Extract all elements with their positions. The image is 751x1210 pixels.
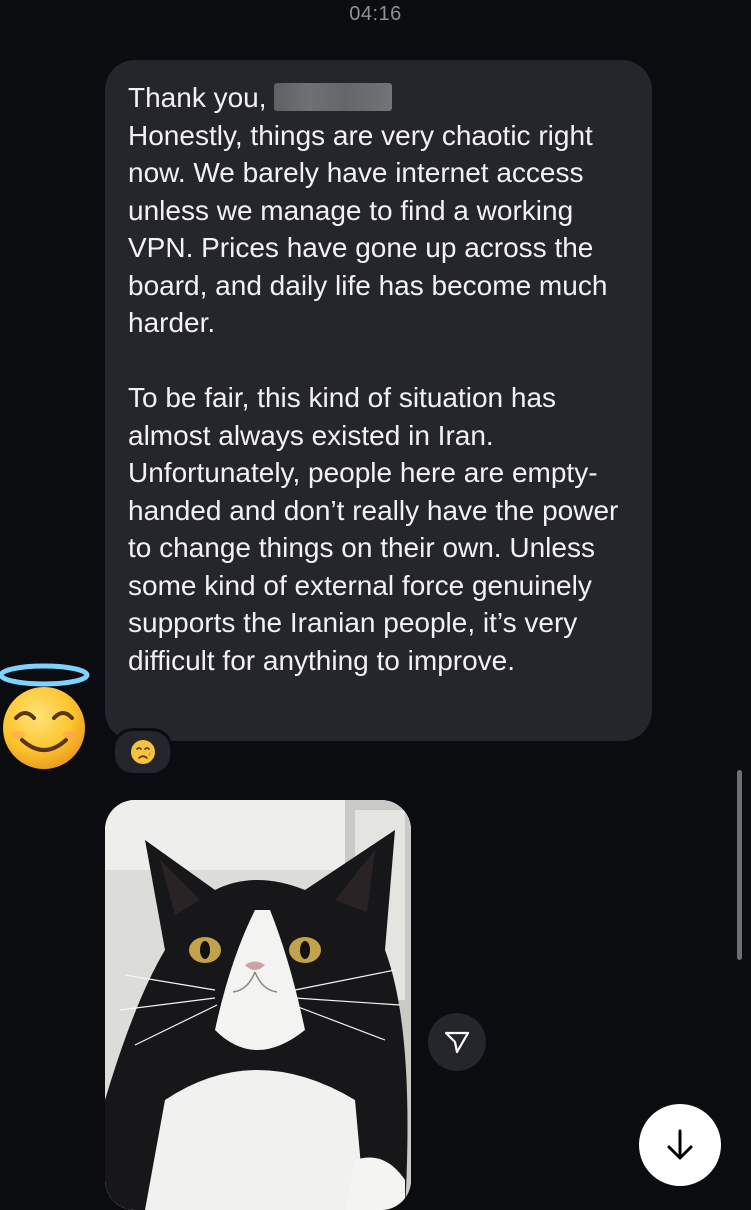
- redacted-name: [274, 83, 393, 111]
- greeting-text: Thank you,: [128, 82, 267, 113]
- crying-face-icon: [130, 740, 155, 764]
- message-paragraph-1: Thank you, Honestly, things are very cha…: [128, 79, 630, 342]
- message-paragraph-2: To be fair, this kind of situation has a…: [128, 382, 619, 676]
- message-bubble[interactable]: Thank you, Honestly, things are very cha…: [105, 60, 652, 741]
- scroll-to-bottom-button[interactable]: [639, 1104, 721, 1186]
- paper-plane-icon: [444, 1031, 470, 1054]
- message-timestamp: 04:16: [349, 3, 402, 25]
- scrollbar-thumb[interactable]: [737, 770, 742, 960]
- halo-smiley-avatar[interactable]: [0, 660, 96, 772]
- cat-photo[interactable]: [105, 800, 411, 1210]
- share-button[interactable]: [428, 1013, 486, 1071]
- cat-illustration: [105, 800, 411, 1210]
- message-reaction[interactable]: [112, 728, 173, 776]
- arrow-down-icon: [667, 1129, 693, 1160]
- message-body-1: Honestly, things are very chaotic right …: [128, 119, 608, 339]
